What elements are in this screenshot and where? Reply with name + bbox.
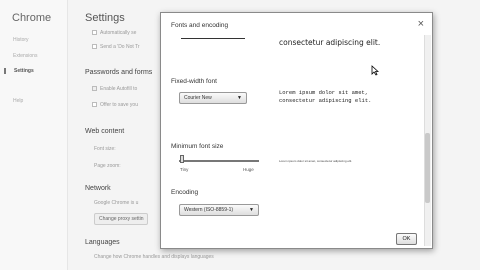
fonts-dialog: Fonts and encoding × consectetur adipisc… — [160, 12, 433, 249]
min-font-sample: Lorem ipsum dolor sit amet, consectetur … — [279, 159, 353, 163]
min-font-heading: Minimum font size — [171, 143, 224, 150]
cursor-icon — [371, 65, 379, 76]
checkbox-option[interactable]: Offer to save you — [92, 102, 138, 108]
app-title: Chrome — [12, 12, 52, 24]
fixed-width-font-select[interactable]: Courier New ▼ — [179, 92, 247, 104]
slider-max-label: Huge — [243, 167, 254, 172]
network-text: Google Chrome is u — [94, 200, 139, 206]
select-value: Western (ISO-8859-1) — [184, 207, 234, 213]
sidebar-item-history[interactable]: History — [13, 37, 29, 43]
chevron-down-icon: ▼ — [237, 95, 242, 101]
web-content-heading: Web content — [85, 128, 125, 135]
checkbox-label: Enable Autofill to — [100, 86, 138, 92]
page-zoom-label: Page zoom: — [94, 163, 121, 169]
font-sample-preview: consectetur adipiscing elit. — [279, 38, 381, 47]
change-proxy-button[interactable]: Change proxy settin — [94, 213, 149, 225]
divider — [181, 38, 245, 39]
dialog-title: Fonts and encoding — [171, 22, 229, 29]
sidebar-item-settings[interactable]: Settings — [4, 68, 34, 74]
passwords-heading: Passwords and forms — [85, 69, 153, 76]
checkbox[interactable] — [92, 44, 97, 49]
checkbox-option[interactable]: Automatically se — [92, 30, 136, 36]
checkbox-label: Offer to save you — [100, 102, 138, 108]
checkbox-label: Automatically se — [100, 30, 137, 36]
slider-thumb[interactable] — [180, 155, 184, 163]
checkbox[interactable] — [92, 102, 97, 107]
languages-heading: Languages — [85, 239, 120, 246]
network-heading: Network — [85, 185, 111, 192]
ok-button[interactable]: OK — [396, 233, 417, 245]
encoding-heading: Encoding — [171, 189, 199, 196]
sidebar: Chrome History Extensions Settings Help — [0, 0, 68, 270]
checkbox[interactable] — [92, 30, 97, 35]
checkbox-label: Send a 'Do Not Tr — [100, 44, 140, 50]
fixed-width-heading: Fixed-width font — [171, 78, 217, 85]
chevron-down-icon: ▼ — [249, 207, 254, 213]
fixed-width-sample: Lorem ipsum dolor sit amet, consectetur … — [279, 89, 372, 104]
checkbox-option[interactable]: Send a 'Do Not Tr — [92, 44, 140, 50]
sidebar-item-extensions[interactable]: Extensions — [13, 53, 37, 59]
checkbox[interactable] — [92, 86, 97, 91]
slider-min-label: Tiny — [180, 167, 189, 172]
encoding-select[interactable]: Western (ISO-8859-1) ▼ — [179, 204, 259, 216]
sidebar-item-help[interactable]: Help — [13, 98, 23, 104]
font-size-label: Font size: — [94, 146, 116, 152]
min-font-slider[interactable] — [179, 160, 259, 162]
close-icon[interactable]: × — [418, 19, 424, 30]
select-value: Courier New — [184, 95, 212, 101]
languages-text: Change how Chrome handles and displays l… — [94, 254, 214, 260]
checkbox-option[interactable]: Enable Autofill to — [92, 86, 137, 92]
page-title: Settings — [85, 12, 125, 24]
scrollbar-thumb[interactable] — [425, 133, 430, 203]
